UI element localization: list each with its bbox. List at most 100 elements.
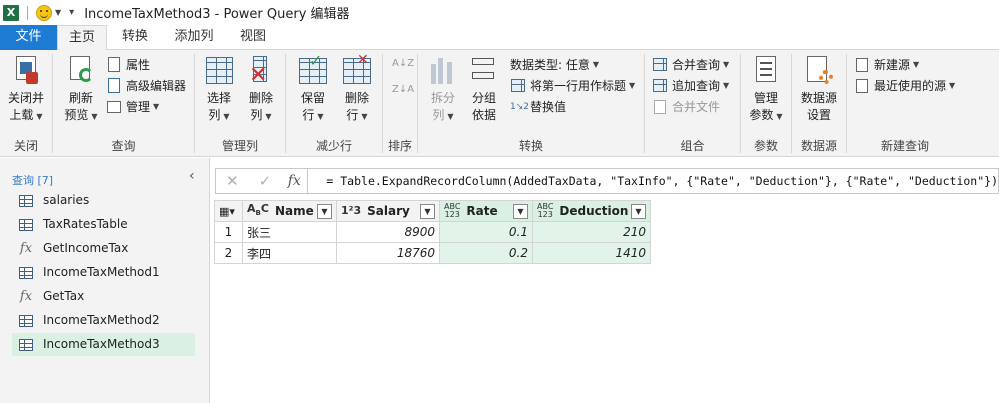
data-source-settings-icon <box>803 54 835 86</box>
queries-header[interactable]: 查询 [7] <box>12 172 53 188</box>
preview-pane: ✕ ✓ fx = Table.ExpandRecordColumn(AddedT… <box>211 158 999 403</box>
recent-sources-button[interactable]: 最近使用的源 ▼ <box>854 76 955 96</box>
group-by-icon <box>468 54 500 86</box>
table-options-corner[interactable]: ▦▾ <box>214 200 243 222</box>
formula-bar: ✕ ✓ fx = Table.ExpandRecordColumn(AddedT… <box>215 168 999 194</box>
append-queries-button[interactable]: 追加查询 ▼ <box>652 76 729 96</box>
insert-function-icon[interactable]: fx <box>281 169 309 193</box>
group-label-parameters: 参数 <box>753 139 778 153</box>
cell-salary[interactable]: 8900 <box>336 221 440 243</box>
smiley-feedback-icon[interactable] <box>36 4 52 21</box>
query-item-incometaxmethod1[interactable]: IncomeTaxMethod1 <box>12 261 195 284</box>
smiley-dropdown-icon[interactable]: ▼ <box>55 8 61 17</box>
group-manage-columns: 选择 列 ▼ ✕ 删除 列 ▼ 管理列 <box>195 50 285 157</box>
tab-add-column[interactable]: 添加列 <box>165 25 223 50</box>
tab-file[interactable]: 文件 <box>0 25 57 50</box>
number-type-icon[interactable]: 1²3 <box>341 205 361 216</box>
filter-dropdown-icon[interactable]: ▼ <box>317 203 332 219</box>
function-icon: fx <box>19 241 33 256</box>
group-label-new-query: 新建查询 <box>880 139 929 153</box>
merge-queries-button[interactable]: 合并查询 ▼ <box>652 55 729 75</box>
table-row[interactable]: 1 张三 8900 0.1 210 <box>214 221 651 243</box>
cell-name[interactable]: 张三 <box>242 221 337 243</box>
tab-view[interactable]: 视图 <box>228 25 278 50</box>
chevron-down-icon: ▼ <box>447 112 454 121</box>
column-header-salary[interactable]: 1²3 Salary ▼ <box>336 200 440 222</box>
remove-columns-button[interactable]: ✕ 删除 列 ▼ <box>241 54 281 125</box>
new-source-icon <box>854 57 870 73</box>
group-query: 刷新 预览 ▼ 属性 高级编辑器 管理 ▼ 查询 <box>53 50 194 157</box>
group-sort: A↓Z Z↓A 排序 <box>383 50 417 157</box>
close-and-load-icon <box>10 54 42 86</box>
combine-files-icon <box>652 99 668 115</box>
query-item-salaries[interactable]: salaries <box>12 189 195 212</box>
chevron-down-icon: ▼ <box>776 112 783 121</box>
refresh-preview-button[interactable]: 刷新 预览 ▼ <box>58 54 104 125</box>
combine-files-button[interactable]: 合并文件 <box>652 97 720 117</box>
formula-input[interactable]: = Table.ExpandRecordColumn(AddedTaxData,… <box>308 174 998 188</box>
close-and-load-button[interactable]: 关闭并 上载 ▼ <box>4 54 48 125</box>
filter-dropdown-icon[interactable]: ▼ <box>420 203 435 219</box>
query-item-getincometax[interactable]: fx GetIncomeTax <box>12 237 195 260</box>
query-item-gettax[interactable]: fx GetTax <box>12 285 195 308</box>
sort-ascending-icon[interactable]: A↓Z <box>392 54 414 74</box>
keep-rows-button[interactable]: ✓ 保留 行 ▼ <box>292 52 334 125</box>
any-type-icon[interactable]: ABC 123 <box>444 203 460 219</box>
column-header-name[interactable]: ABC Name ▼ <box>242 200 337 222</box>
data-type-dropdown[interactable]: 数据类型: 任意 ▼ <box>510 55 599 75</box>
customize-qat-icon[interactable]: ▾ <box>69 7 74 18</box>
group-by-button[interactable]: 分组 依据 <box>464 54 504 124</box>
cell-salary[interactable]: 18760 <box>336 242 440 264</box>
choose-columns-label: 选择 <box>206 91 231 105</box>
commit-formula-icon[interactable]: ✓ <box>249 172 282 190</box>
cell-deduction[interactable]: 210 <box>532 221 651 243</box>
choose-columns-label-2: 列 <box>208 108 221 122</box>
data-source-settings-label-2: 设置 <box>806 108 831 122</box>
manage-parameters-button[interactable]: 管理 参数 ▼ <box>745 54 787 125</box>
choose-columns-button[interactable]: 选择 列 ▼ <box>199 54 239 125</box>
table-row[interactable]: 2 李四 18760 0.2 1410 <box>214 242 651 264</box>
filter-dropdown-icon[interactable]: ▼ <box>631 203 646 219</box>
chevron-down-icon: ▼ <box>723 81 730 90</box>
table-menu-icon: ▦▾ <box>219 205 235 218</box>
any-type-icon[interactable]: ABC 123 <box>537 203 553 219</box>
new-source-label: 新建源 <box>874 58 911 72</box>
split-column-button[interactable]: 拆分 列 ▼ <box>424 54 462 125</box>
query-item-incometaxmethod3[interactable]: IncomeTaxMethod3 <box>12 333 195 356</box>
row-number[interactable]: 1 <box>214 221 243 243</box>
keep-rows-icon: ✓ <box>297 52 329 86</box>
data-source-settings-button[interactable]: 数据源 设置 <box>796 54 842 124</box>
column-header-rate[interactable]: ABC 123 Rate ▼ <box>439 200 533 222</box>
sort-descending-icon[interactable]: Z↓A <box>392 80 414 100</box>
replace-values-icon: 1↘2 <box>510 102 529 112</box>
filter-dropdown-icon[interactable]: ▼ <box>513 203 528 219</box>
new-source-button[interactable]: 新建源 ▼ <box>854 55 919 75</box>
properties-button[interactable]: 属性 <box>106 55 150 75</box>
cancel-formula-icon[interactable]: ✕ <box>216 172 249 190</box>
collapse-pane-icon[interactable]: ‹ <box>189 168 195 184</box>
column-header-deduction[interactable]: ABC 123 Deduction ▼ <box>532 200 651 222</box>
keep-rows-label: 保留 <box>300 91 325 105</box>
cell-name[interactable]: 李四 <box>242 242 337 264</box>
cell-rate[interactable]: 0.2 <box>439 242 533 264</box>
query-item-taxratestable[interactable]: TaxRatesTable <box>12 213 195 236</box>
remove-rows-button[interactable]: ✕ 删除 行 ▼ <box>336 52 378 125</box>
query-item-incometaxmethod2[interactable]: IncomeTaxMethod2 <box>12 309 195 332</box>
title-bar: X ▼ ▾ IncomeTaxMethod3 - Power Query 编辑器 <box>0 0 999 25</box>
queries-pane: 查询 [7] ‹ salaries TaxRatesTable fx GetIn… <box>0 158 210 403</box>
group-label-manage-columns: 管理列 <box>221 139 258 153</box>
replace-values-button[interactable]: 1↘2 替换值 <box>510 97 566 117</box>
tab-home[interactable]: 主页 <box>57 25 107 51</box>
advanced-editor-button[interactable]: 高级编辑器 <box>106 76 186 96</box>
manage-button[interactable]: 管理 ▼ <box>106 97 159 117</box>
merge-queries-icon <box>652 57 668 73</box>
ribbon-tab-bar: 文件 主页 转换 添加列 视图 <box>0 25 999 51</box>
cell-deduction[interactable]: 1410 <box>532 242 651 264</box>
chevron-down-icon: ▼ <box>91 112 98 121</box>
use-first-row-as-headers-button[interactable]: 将第一行用作标题 ▼ <box>510 76 635 96</box>
row-number[interactable]: 2 <box>214 242 243 264</box>
chevron-down-icon: ▼ <box>949 81 956 90</box>
text-type-icon[interactable]: ABC <box>247 203 269 217</box>
cell-rate[interactable]: 0.1 <box>439 221 533 243</box>
tab-transform[interactable]: 转换 <box>112 25 158 50</box>
